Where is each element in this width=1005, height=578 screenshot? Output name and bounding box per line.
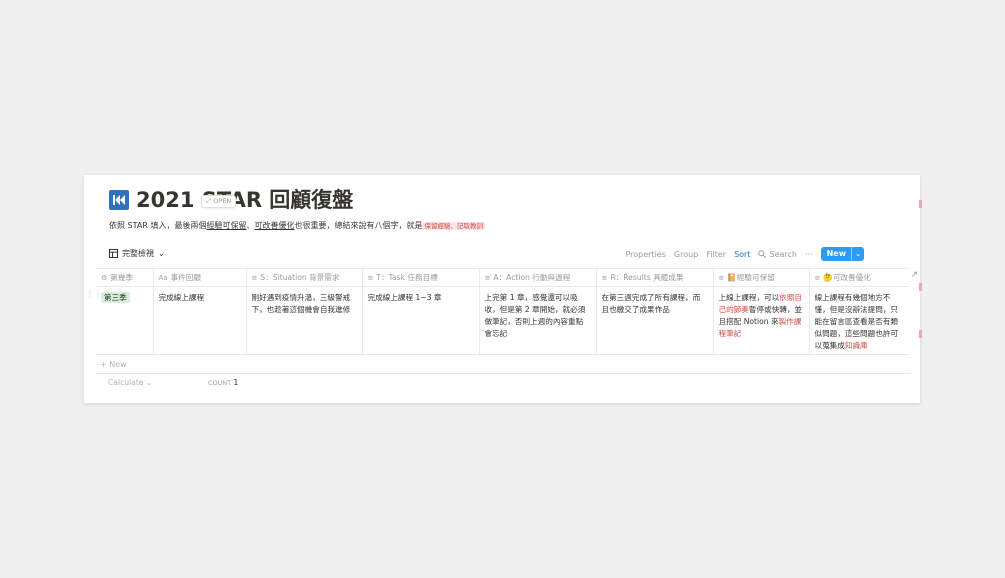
expand-icon: ⤢ bbox=[206, 197, 212, 205]
event-title: 完成線上課程 bbox=[158, 293, 205, 302]
count-label: COUNT bbox=[208, 379, 232, 387]
drag-handle-icon[interactable]: ⋮⋮ bbox=[86, 289, 102, 298]
calculate-button[interactable]: Calculate ⌄ bbox=[108, 378, 152, 387]
open-label: OPEN bbox=[213, 197, 232, 205]
view-name: 完整檢視 bbox=[122, 249, 154, 258]
column-header-season[interactable]: ⚙ 第幾季 bbox=[96, 268, 154, 287]
scroll-indicator bbox=[919, 283, 922, 291]
page-title: 2021 STAR 回顧復盤 bbox=[136, 188, 354, 212]
search-icon bbox=[758, 250, 767, 258]
column-header-situation[interactable]: ≡ S：Situation 背景需求 bbox=[246, 268, 363, 287]
add-column-arrow-icon[interactable]: ↗ bbox=[910, 270, 918, 280]
keep-text: 上線上課程，可以 bbox=[718, 293, 780, 302]
properties-button[interactable]: Properties bbox=[625, 250, 665, 259]
lines-icon: ≡ bbox=[718, 274, 725, 282]
column-label: 🤔可改善優化 bbox=[823, 273, 871, 282]
page-description: 依照 STAR 填入，最後兩個經驗可保留、可改善優化也很重要，總結來說有八個字，… bbox=[109, 220, 485, 232]
column-header-keep[interactable]: ≡ 📔經驗可保留 bbox=[713, 268, 810, 287]
cell-task[interactable]: 完成線上課程 1~3 章 bbox=[362, 286, 480, 355]
desc-text-3: 也很重要，總結來說有八個字，就是 bbox=[294, 221, 423, 230]
new-button-label: New bbox=[826, 249, 847, 258]
scroll-indicator bbox=[919, 200, 922, 208]
column-header-event[interactable]: Aa 事件回顧 bbox=[153, 268, 247, 287]
cell-season[interactable]: 第三季 bbox=[96, 286, 154, 355]
more-options-icon[interactable]: ··· bbox=[805, 250, 813, 259]
open-row-button[interactable]: ⤢ OPEN bbox=[201, 195, 237, 208]
sort-button[interactable]: Sort bbox=[734, 250, 750, 259]
lines-icon: ≡ bbox=[251, 274, 258, 282]
database-page: 2021 STAR 回顧復盤 依照 STAR 填入，最後兩個經驗可保留、可改善優… bbox=[84, 175, 920, 403]
cell-action[interactable]: 上完第 1 章，感覺還可以吸收，但是第 2 章開始，就必須做筆記，否則上週的內容… bbox=[479, 286, 597, 355]
group-button[interactable]: Group bbox=[674, 250, 698, 259]
search-label: Search bbox=[769, 249, 797, 259]
lines-icon: ≡ bbox=[367, 274, 374, 282]
desc-keep-underlined: 經驗可保留 bbox=[206, 221, 247, 230]
column-label: R：Results 具體成果 bbox=[610, 273, 684, 282]
desc-highlight-pill: 保留經驗、記取教訓 bbox=[422, 222, 485, 230]
column-label: A：Action 行動與過程 bbox=[493, 273, 571, 282]
cell-event[interactable]: 完成線上課程 bbox=[153, 286, 247, 355]
chevron-down-icon: ⌄ bbox=[158, 249, 165, 258]
database-table: ⚙ 第幾季 Aa 事件回顧 ≡ S：Situation 背景需求 ≡ T：Task 任務… bbox=[96, 268, 909, 355]
column-label: S：Situation 背景需求 bbox=[260, 273, 340, 282]
chevron-down-icon[interactable]: ⌄ bbox=[851, 247, 864, 261]
cell-situation[interactable]: 剛好遇到疫情升溫，三級警戒下，也趁著這個機會自我進修 bbox=[246, 286, 363, 355]
column-label: T：Task 任務目標 bbox=[376, 273, 438, 282]
database-toolbar: 完整檢視 ⌄ Properties Group Filter Sort Sear… bbox=[109, 247, 864, 263]
table-view-icon bbox=[109, 249, 118, 258]
cell-improve[interactable]: 線上課程有幾個地方不懂，但是沒辦法提問，只能在留言區查看是否有類似問題，這些問題… bbox=[809, 286, 909, 355]
lines-icon: ≡ bbox=[601, 274, 608, 282]
lines-icon: ≡ bbox=[484, 274, 491, 282]
improve-highlight: 知識庫 bbox=[844, 341, 868, 350]
toolbar-actions: Properties Group Filter Sort Search ··· … bbox=[625, 247, 864, 261]
desc-improve-underlined: 可改善優化 bbox=[254, 221, 295, 230]
column-label: 第幾季 bbox=[110, 273, 134, 282]
column-header-improve[interactable]: ≡ 🤔可改善優化 bbox=[809, 268, 909, 287]
column-header-task[interactable]: ≡ T：Task 任務目標 bbox=[362, 268, 480, 287]
count-summary[interactable]: COUNT 1 bbox=[208, 378, 238, 387]
rewind-icon bbox=[109, 190, 129, 210]
desc-text-1: 依照 STAR 填入，最後兩個 bbox=[109, 221, 207, 230]
situation-text: 剛好遇到疫情升溫，三級警戒下，也趁著這個機會自我進修 bbox=[251, 293, 351, 314]
task-text: 完成線上課程 1~3 章 bbox=[367, 293, 442, 302]
table-row[interactable]: 第三季 完成線上課程 剛好遇到疫情升溫，三級警戒下，也趁著這個機會自我進修 完成… bbox=[96, 286, 909, 355]
results-text: 在第三週完成了所有課程，而且也繳交了成果作品 bbox=[601, 293, 701, 314]
count-value: 1 bbox=[233, 378, 239, 387]
header-row: ⚙ 第幾季 Aa 事件回顧 ≡ S：Situation 背景需求 ≡ T：Task 任務… bbox=[96, 268, 909, 287]
filter-button[interactable]: Filter bbox=[706, 250, 726, 259]
scroll-indicator bbox=[919, 330, 922, 338]
cell-results[interactable]: 在第三週完成了所有課程，而且也繳交了成果作品 bbox=[596, 286, 714, 355]
lines-icon: ≡ bbox=[814, 274, 821, 282]
gear-icon: ⚙ bbox=[101, 274, 108, 282]
add-new-row-button[interactable]: + New bbox=[96, 355, 911, 374]
column-label: 事件回顧 bbox=[170, 273, 201, 282]
action-text: 上完第 1 章，感覺還可以吸收，但是第 2 章開始，就必須做筆記，否則上週的內容… bbox=[484, 293, 586, 338]
column-header-results[interactable]: ≡ R：Results 具體成果 bbox=[596, 268, 714, 287]
view-switcher[interactable]: 完整檢視 ⌄ bbox=[109, 248, 165, 259]
column-header-action[interactable]: ≡ A：Action 行動與過程 bbox=[479, 268, 597, 287]
column-label: 📔經驗可保留 bbox=[727, 273, 775, 282]
text-icon: Aa bbox=[158, 274, 168, 282]
cell-keep[interactable]: 上線上課程，可以依照自己的節奏暫停或快轉，並且搭配 Notion 來製作課程筆記 bbox=[713, 286, 810, 355]
new-button[interactable]: New ⌄ bbox=[820, 247, 864, 261]
search-button[interactable]: Search bbox=[758, 249, 797, 259]
season-tag: 第三季 bbox=[101, 292, 130, 303]
